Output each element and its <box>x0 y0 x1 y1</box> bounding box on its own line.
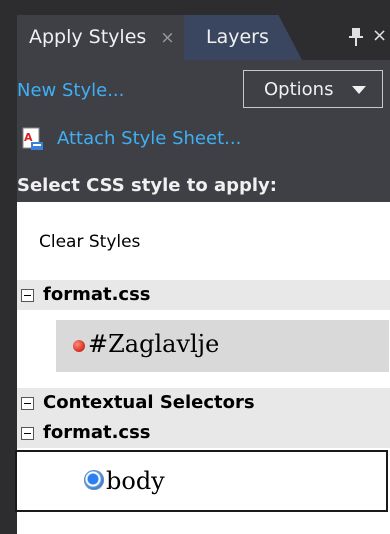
attach-stylesheet-icon: A <box>22 127 43 150</box>
style-item-label: body <box>106 467 165 495</box>
group-row-contextual-selectors[interactable]: Contextual Selectors <box>17 388 390 418</box>
group-label: format.css <box>43 284 151 305</box>
styles-list: Clear Styles format.css #Zaglavlje Conte… <box>15 202 390 534</box>
collapse-icon[interactable] <box>21 397 34 410</box>
id-selector-icon <box>73 340 85 352</box>
chevron-down-icon <box>352 86 366 94</box>
select-css-style-heading: Select CSS style to apply: <box>17 170 390 202</box>
group-row-format-css[interactable]: format.css <box>17 280 390 310</box>
options-dropdown-button[interactable]: Options <box>243 70 383 108</box>
options-label: Options <box>264 79 334 100</box>
group-row-format-css-2[interactable]: format.css <box>17 418 390 448</box>
tab-layers-label: Layers <box>206 26 269 48</box>
apply-styles-panel: Apply Styles × Layers × New Style... Opt… <box>0 0 390 534</box>
pin-icon[interactable] <box>348 27 364 47</box>
group-label: format.css <box>43 422 151 443</box>
tab-close-icon[interactable]: × <box>160 28 174 48</box>
new-style-link[interactable]: New Style... <box>17 80 124 101</box>
heading-label: Select CSS style to apply: <box>17 175 277 196</box>
style-item-body[interactable]: body <box>15 450 388 512</box>
style-item-zaglavlje[interactable]: #Zaglavlje <box>56 320 389 372</box>
element-selector-icon <box>84 470 104 490</box>
tab-layers[interactable]: Layers <box>184 15 302 60</box>
collapse-icon[interactable] <box>21 289 34 302</box>
window-close-icon[interactable]: × <box>372 25 387 46</box>
tab-apply-styles-label: Apply Styles <box>29 26 147 48</box>
attach-style-sheet-link[interactable]: Attach Style Sheet... <box>57 128 241 149</box>
tab-apply-styles[interactable]: Apply Styles × <box>17 15 188 60</box>
collapse-icon[interactable] <box>21 427 34 440</box>
style-item-label: #Zaglavlje <box>88 330 220 358</box>
group-label: Contextual Selectors <box>43 392 255 413</box>
toolbar: New Style... Options A Attach Style Shee… <box>17 60 390 170</box>
tab-strip: Apply Styles × Layers × <box>0 0 390 60</box>
clear-styles-item[interactable]: Clear Styles <box>39 232 140 252</box>
